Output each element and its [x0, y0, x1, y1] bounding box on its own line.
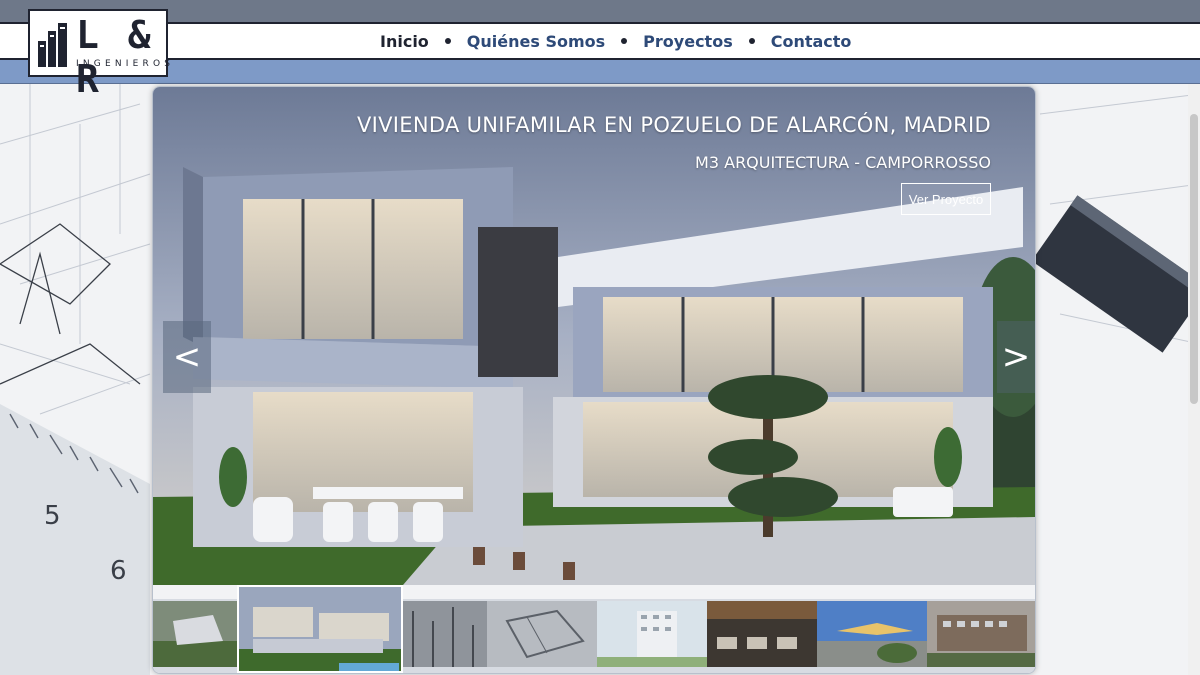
slide-image-house: VIVIENDA UNIFAMILAR EN POZUELO DE ALARCÓ… — [153, 87, 1035, 585]
accent-band — [0, 60, 1200, 84]
project-slider: VIVIENDA UNIFAMILAR EN POZUELO DE ALARCÓ… — [152, 86, 1036, 674]
nav-proyectos[interactable]: Proyectos — [643, 32, 733, 51]
scrollbar-thumb[interactable] — [1190, 114, 1198, 404]
logo-subtext: INGENIEROS — [76, 59, 175, 69]
company-logo[interactable]: L & R INGENIEROS — [28, 9, 170, 101]
menu-separator — [444, 38, 451, 44]
main-menu: Inicio Quiénes Somos Proyectos Contacto — [380, 22, 851, 60]
thumbnail-selected[interactable] — [237, 585, 403, 673]
svg-text:5: 5 — [44, 501, 61, 531]
menu-separator — [621, 38, 628, 44]
thumbnail[interactable] — [153, 601, 237, 667]
thumbnail[interactable] — [707, 601, 817, 667]
nav-contacto[interactable]: Contacto — [771, 32, 852, 51]
thumbnail[interactable] — [403, 601, 487, 667]
slide-subtitle: M3 ARQUITECTURA - CAMPORROSSO — [695, 153, 991, 172]
menu-separator — [748, 38, 755, 44]
thumbnail[interactable] — [487, 601, 597, 667]
page-scrollbar[interactable] — [1188, 84, 1200, 675]
thumbnail[interactable] — [927, 601, 1035, 667]
logo-text: L & R — [76, 13, 154, 101]
next-slide-button[interactable]: > — [997, 321, 1035, 393]
nav-quienes-somos[interactable]: Quiénes Somos — [467, 32, 605, 51]
thumbnail-strip — [153, 585, 1035, 673]
top-band — [0, 0, 1200, 22]
buildings-logo-icon — [38, 23, 67, 67]
view-project-button[interactable]: Ver Proyecto — [901, 183, 991, 215]
svg-text:6: 6 — [110, 556, 127, 586]
thumbnail[interactable] — [817, 601, 927, 667]
nav-inicio[interactable]: Inicio — [380, 32, 429, 51]
thumbnail[interactable] — [597, 601, 707, 667]
slide-title: VIVIENDA UNIFAMILAR EN POZUELO DE ALARCÓ… — [356, 113, 991, 137]
previous-slide-button[interactable]: < — [163, 321, 211, 393]
